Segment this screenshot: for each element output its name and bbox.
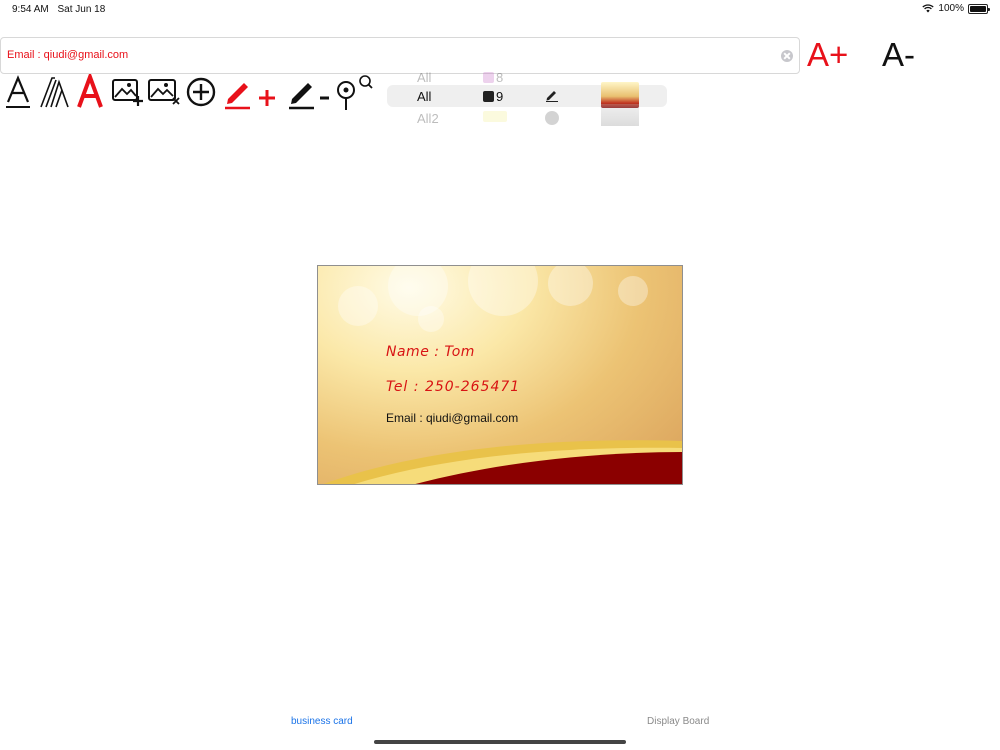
picker-number: 8 [483,70,503,85]
status-date: Sat Jun 18 [57,4,106,15]
status-left: 9:54 AM Sat Jun 18 [12,4,111,15]
card-name[interactable]: Name : Tom [386,344,475,360]
tab-display-board[interactable]: Display Board [647,716,709,727]
clear-text-icon[interactable] [781,50,793,62]
picker-label: All [417,70,432,85]
text-input-value: Email : qiudi@gmail.com [7,49,129,61]
tab-business-card[interactable]: business card [291,716,353,727]
text-color-icon[interactable] [76,74,106,112]
palette-icon [545,111,559,125]
remove-image-icon[interactable] [147,74,183,112]
picker-swatch [483,111,507,122]
style-picker[interactable]: All 8 All 9 All2 [387,66,667,126]
add-circle-icon[interactable] [186,74,218,112]
battery-fill [970,5,986,12]
status-right: 100% [922,3,990,14]
picker-number: 9 [483,89,503,104]
text-italic-icon[interactable] [38,74,72,112]
pen-remove-icon[interactable] [286,74,336,112]
card-email[interactable]: Email : qiudi@gmail.com [386,411,518,425]
picker-label: All2 [417,111,439,126]
pen-add-icon[interactable] [222,74,282,112]
card-thumbnail-shadow [601,104,639,126]
battery-percent: 100% [938,3,964,14]
picker-label: All [417,89,432,104]
home-indicator[interactable] [374,740,626,744]
card-tel[interactable]: Tel : 250-265471 [386,379,520,395]
font-decrease-button[interactable]: A- [882,36,915,74]
add-image-icon[interactable] [110,74,146,112]
wifi-icon [922,4,935,13]
battery-icon [968,3,990,14]
app-root: 9:54 AM Sat Jun 18 100% Email : qiudi@gm… [0,0,1000,750]
zoom-touch-icon[interactable] [334,74,376,112]
picker-row[interactable]: All2 [387,104,667,126]
business-card[interactable]: Name : Tom Tel : 250-265471 Email : qiud… [317,265,683,485]
font-increase-button[interactable]: A+ [807,36,848,74]
status-bar: 9:54 AM Sat Jun 18 100% [0,0,1000,18]
pen-icon [546,91,558,102]
status-time: 9:54 AM [12,4,49,15]
text-underline-icon[interactable] [4,74,34,112]
card-wave [323,440,682,484]
